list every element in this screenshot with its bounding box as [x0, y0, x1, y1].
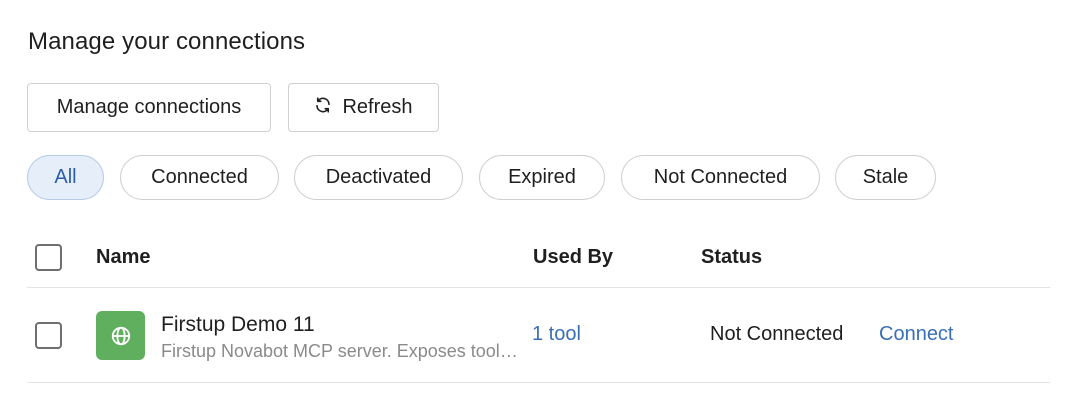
manage-connections-button[interactable]: Manage connections — [27, 83, 271, 132]
filter-chip-expired[interactable]: Expired — [479, 155, 605, 200]
select-all-checkbox[interactable] — [35, 244, 62, 271]
manage-connections-label: Manage connections — [56, 96, 242, 118]
used-by-link[interactable]: 1 tool — [532, 323, 581, 346]
connection-name: Firstup Demo 11 — [161, 313, 315, 336]
refresh-label: Refresh — [342, 96, 413, 118]
filter-chip-stale[interactable]: Stale — [835, 155, 936, 200]
column-header-status: Status — [701, 246, 763, 268]
header-divider — [27, 287, 1050, 288]
filter-chip-deactivated[interactable]: Deactivated — [294, 155, 463, 200]
row-checkbox[interactable] — [35, 322, 62, 349]
connection-description: Firstup Novabot MCP server. Exposes tool… — [161, 341, 519, 361]
filter-chip-connected[interactable]: Connected — [120, 155, 279, 200]
row-divider — [27, 382, 1050, 383]
column-header-used-by: Used By — [533, 246, 614, 268]
status-text: Not Connected — [710, 323, 844, 345]
page-title: Manage your connections — [28, 28, 306, 55]
refresh-icon — [314, 96, 332, 120]
connect-link[interactable]: Connect — [879, 323, 954, 346]
filter-chip-all[interactable]: All — [27, 155, 104, 200]
column-header-name: Name — [96, 246, 151, 268]
filter-chip-not-connected[interactable]: Not Connected — [621, 155, 820, 200]
globe-icon — [96, 311, 145, 360]
refresh-button[interactable]: Refresh — [288, 83, 439, 132]
